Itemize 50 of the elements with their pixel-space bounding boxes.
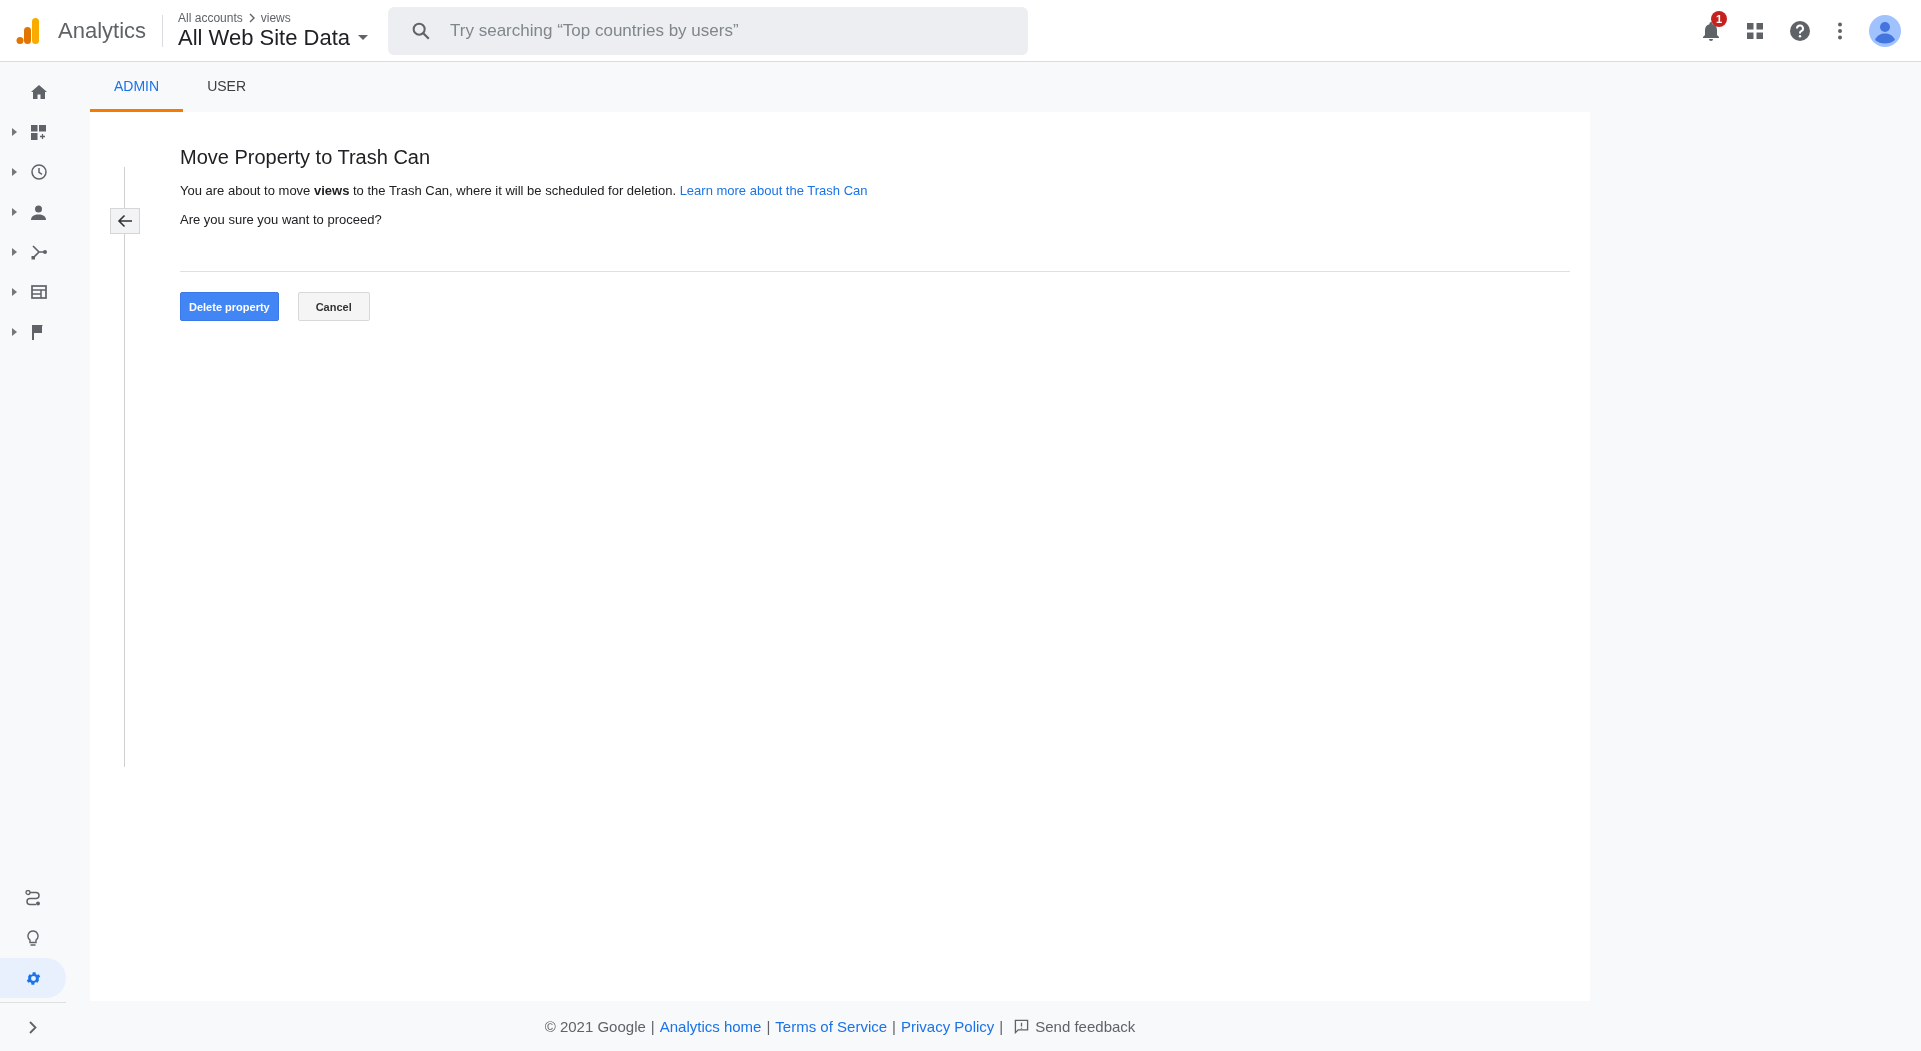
send-feedback-button[interactable]: Send feedback (1008, 1017, 1136, 1035)
settings-icon (24, 969, 42, 987)
route-icon (25, 890, 41, 906)
person-icon (31, 204, 46, 220)
caret-icon (12, 288, 17, 296)
search-field[interactable]: Try searching “Top countries by users” (388, 6, 1029, 55)
caret-icon (12, 208, 17, 216)
breadcrumb-item[interactable]: views (260, 10, 291, 25)
dashboard-icon (31, 124, 46, 140)
caret-icon (12, 328, 17, 336)
confirmation-question: Are you sure you want to proceed? (180, 212, 383, 227)
clock-icon (31, 164, 47, 180)
dialog-title: Move Property to Trash Can (180, 146, 432, 169)
view-selector[interactable]: All Web Site Data (178, 24, 369, 51)
apps-grid-icon[interactable] (1747, 22, 1763, 39)
avatar-icon[interactable] (1869, 14, 1901, 47)
more-options-icon[interactable] (1837, 21, 1843, 40)
separator: | (892, 1017, 896, 1035)
expand-icon[interactable] (29, 1020, 37, 1034)
home-icon (31, 85, 47, 99)
caret-icon (12, 248, 17, 256)
arrow-left-icon (117, 214, 133, 228)
message-text: You are about to move views to the Trash Can, where it will be scheduled for deletion. Learn more about the Trash Can (180, 183, 869, 198)
footer-link[interactable]: Privacy Policy (900, 1017, 995, 1035)
feedback-icon (1014, 1018, 1030, 1034)
separator: | (766, 1017, 771, 1035)
delete-button[interactable]: Delete property (180, 292, 279, 321)
back-button[interactable] (110, 208, 140, 234)
separator: | (999, 1017, 1004, 1035)
learn-more-link[interactable]: Learn more about the Trash Can (679, 183, 868, 198)
caret-icon (12, 168, 17, 176)
separator: | (650, 1017, 655, 1035)
footer-link[interactable]: Analytics home (659, 1017, 762, 1035)
product-name: Analytics (58, 17, 147, 44)
lightbulb-icon (27, 929, 39, 947)
footer-link[interactable]: Terms of Service (775, 1017, 888, 1035)
notification-badge: 1 (1711, 10, 1727, 27)
copyright-text: © 2021 Google (544, 1017, 646, 1035)
help-icon[interactable] (1789, 19, 1811, 42)
chevron-right-icon (247, 12, 256, 23)
caret-icon (358, 34, 369, 41)
cancel-button[interactable]: Cancel (297, 292, 370, 321)
breadcrumb-item[interactable]: All accounts (178, 10, 243, 25)
tab[interactable]: USER (183, 62, 271, 112)
branch-icon (31, 244, 47, 260)
nav-item[interactable] (0, 958, 66, 998)
caret-icon (12, 128, 17, 136)
analytics-logo-icon (16, 17, 40, 44)
flag-icon (31, 324, 45, 340)
layout-icon (31, 285, 47, 299)
